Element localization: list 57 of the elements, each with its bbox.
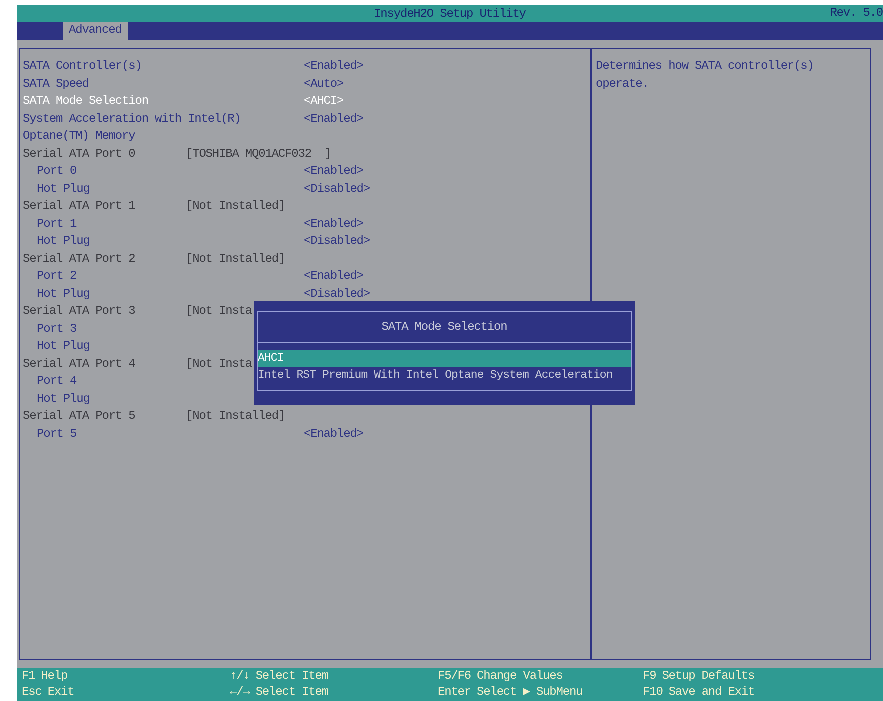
key-label: Esc	[22, 684, 42, 700]
window-title: InsydeH2O Setup Utility	[374, 6, 526, 20]
key-action: Help	[41, 668, 68, 684]
setting-value[interactable]: <Disabled>	[304, 233, 370, 250]
revision-label: Rev. 5.0	[830, 6, 883, 20]
key-label: F10	[643, 684, 663, 700]
setting-value[interactable]: <Disabled>	[304, 180, 370, 198]
port-info: [Not Installed]	[186, 408, 286, 425]
setting-label[interactable]: Port 2	[37, 268, 304, 286]
key-action: Select Item	[256, 684, 328, 700]
key-action: Select Item	[256, 668, 328, 684]
tab[interactable]: Advanced	[63, 22, 128, 40]
port-label: Serial ATA Port 1	[23, 198, 136, 215]
port-info: [TOSHIBA MQ01ACF032 ]	[186, 146, 332, 162]
key-action: Select ▶ SubMenu	[477, 684, 583, 700]
setting-label[interactable]: SATA Controller(s)	[23, 58, 304, 76]
popup-title: SATA Mode Selection	[258, 312, 631, 343]
port-label: Serial ATA Port 4	[23, 356, 136, 372]
setting-label[interactable]: Port 5	[37, 426, 304, 443]
port-info: [Not Installed]	[186, 198, 286, 215]
setting-label[interactable]: Hot Plug	[37, 233, 304, 250]
setting-value[interactable]: <AHCI>	[304, 93, 344, 110]
setting-value[interactable]: <Enabled>	[304, 58, 364, 76]
port-info: [Not Insta	[186, 303, 252, 320]
setting-label[interactable]: Hot Plug	[37, 286, 304, 303]
key-label: F9	[643, 668, 656, 684]
key-label: ←/→	[230, 684, 250, 700]
setting-label[interactable]: System Acceleration with Intel(R) Optane(TM) Memory	[23, 110, 304, 146]
setting-value[interactable]: <Enabled>	[304, 110, 364, 128]
port-label: Serial ATA Port 0	[23, 146, 136, 162]
popup-option[interactable]: AHCI	[258, 350, 631, 367]
setting-value[interactable]: <Enabled>	[304, 216, 364, 233]
setting-value[interactable]: <Auto>	[304, 76, 344, 93]
key-label: F5/F6	[438, 668, 472, 684]
setting-label[interactable]: Port 1	[37, 216, 304, 233]
key-label: F1	[22, 668, 36, 684]
port-label: Serial ATA Port 3	[23, 303, 136, 320]
key-action: Change Values	[477, 668, 563, 684]
setting-label[interactable]: Hot Plug	[37, 180, 304, 198]
setting-label[interactable]: SATA Speed	[23, 76, 304, 93]
key-label: Enter	[438, 684, 472, 700]
setting-value[interactable]: <Enabled>	[304, 268, 364, 286]
key-action: Setup Defaults	[662, 668, 755, 684]
setting-value[interactable]: <Enabled>	[304, 163, 364, 180]
port-label: Serial ATA Port 2	[23, 250, 136, 268]
key-action: Save and Exit	[668, 684, 755, 700]
port-info: [Not Installed]	[186, 250, 286, 268]
port-label: Serial ATA Port 5	[23, 408, 136, 425]
popup-option[interactable]: Intel RST Premium With Intel Optane System Acceleration	[258, 367, 631, 384]
key-action: Exit	[48, 684, 74, 700]
setting-label[interactable]: SATA Mode Selection	[23, 93, 304, 110]
key-label: ↑/↓	[230, 668, 250, 684]
setting-label[interactable]: Port 0	[37, 163, 304, 180]
setting-value[interactable]: <Disabled>	[304, 286, 370, 303]
help-text: Determines how SATA controller(s) operate.	[596, 58, 815, 92]
setting-value[interactable]: <Enabled>	[304, 426, 364, 443]
port-info: [Not Insta	[186, 356, 252, 372]
